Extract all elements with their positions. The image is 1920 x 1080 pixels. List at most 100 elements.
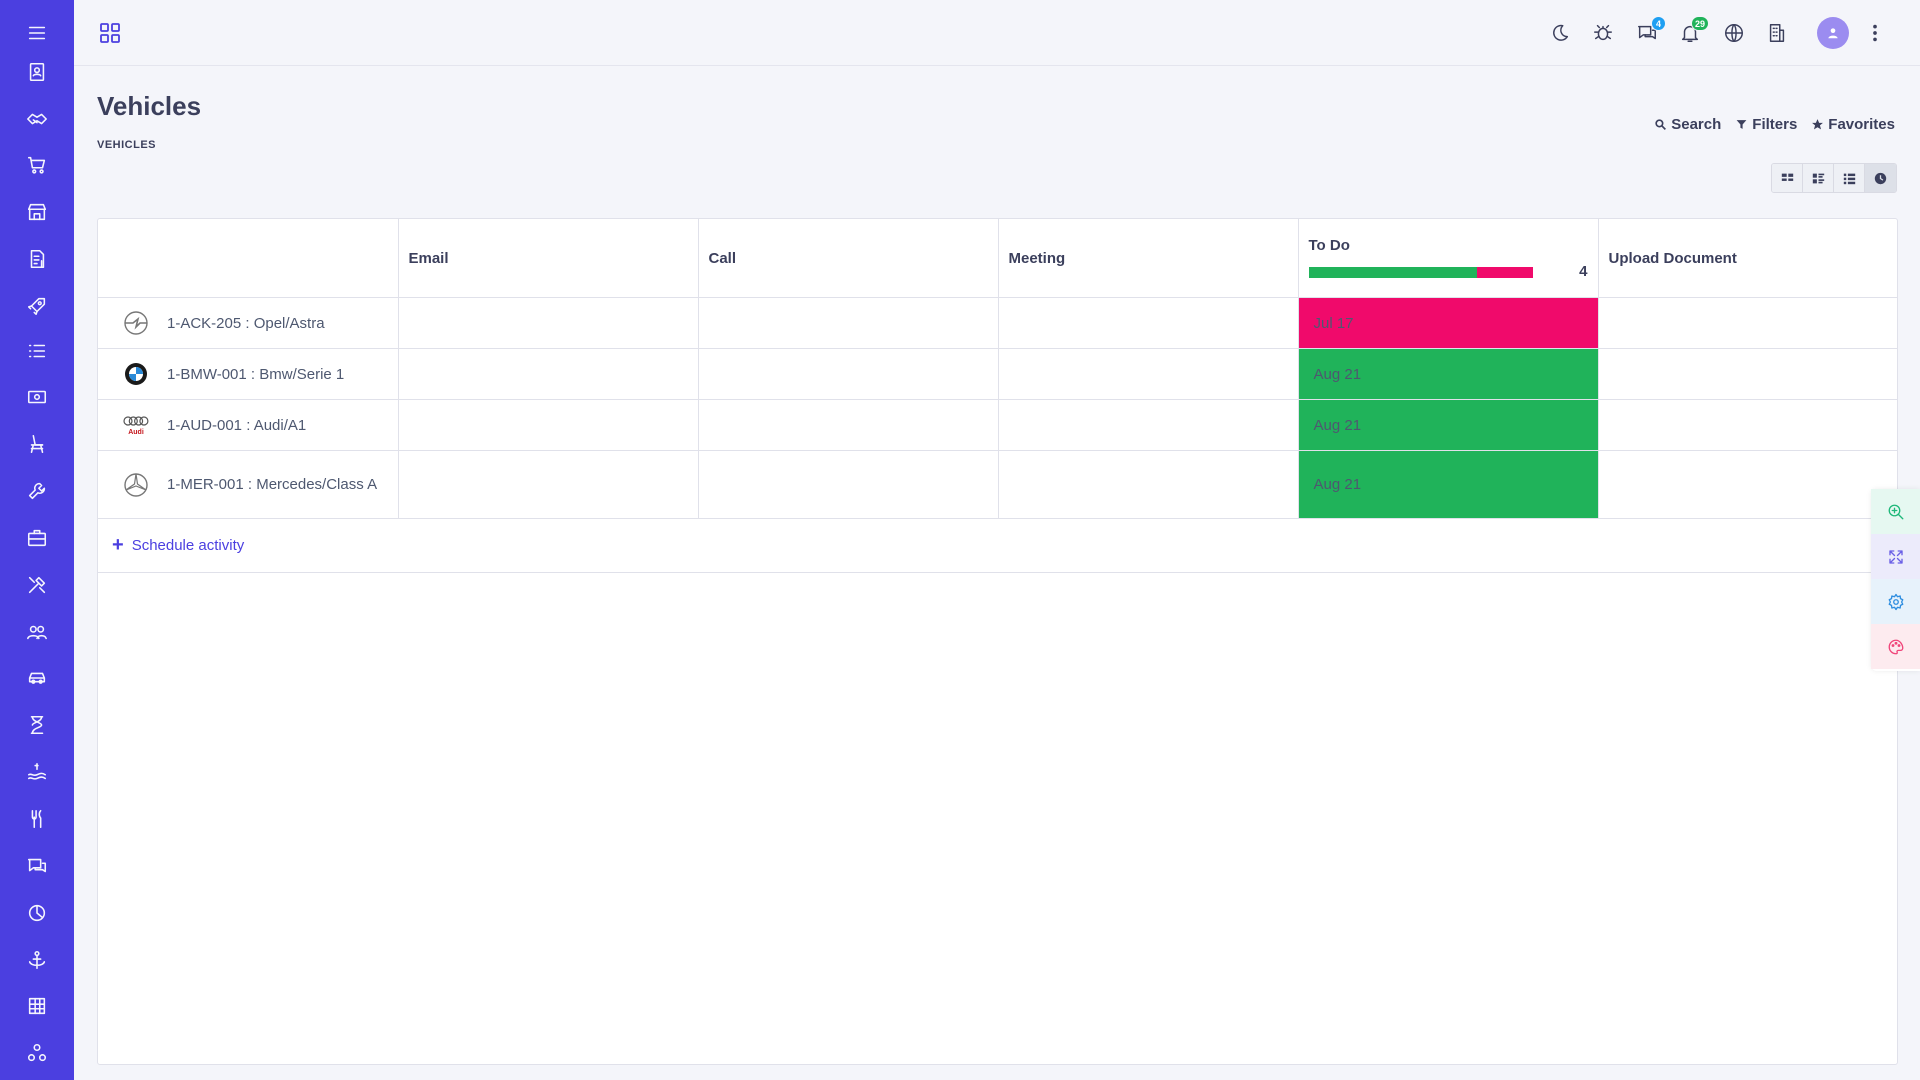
filters-button[interactable]: Filters	[1735, 116, 1797, 133]
sidebar	[0, 0, 74, 1080]
table-row: 1-MER-001 : Mercedes/Class A Aug 21	[98, 450, 1898, 519]
tasks-icon[interactable]	[0, 331, 74, 371]
filter-icon	[1736, 120, 1747, 129]
email-cell[interactable]	[398, 399, 699, 451]
call-cell[interactable]	[698, 450, 999, 519]
meeting-cell[interactable]	[998, 297, 1299, 349]
search-button[interactable]: Search	[1654, 116, 1721, 133]
app-switcher-icon[interactable]	[98, 21, 122, 45]
table-view-button[interactable]	[1834, 164, 1865, 192]
record-cell: Audi 1-AUD-001 : Audi/A1	[98, 399, 399, 451]
meeting-column-header[interactable]: Meeting	[998, 219, 1299, 298]
search-icon	[1655, 119, 1667, 130]
list-icon	[1843, 173, 1855, 184]
activity-view-button[interactable]	[1865, 164, 1896, 192]
record-cell: 1-ACK-205 : Opel/Astra	[98, 297, 399, 349]
salary-icon[interactable]	[0, 752, 74, 792]
record-link[interactable]: Audi 1-AUD-001 : Audi/A1	[98, 411, 398, 439]
breadcrumb[interactable]: VEHICLES	[97, 139, 156, 151]
restaurant-icon[interactable]	[0, 799, 74, 839]
todo-cell[interactable]: Aug 21	[1298, 399, 1599, 451]
bmw-logo	[122, 360, 150, 388]
people-icon[interactable]	[0, 612, 74, 652]
todo-progress-overdue[interactable]	[1476, 267, 1533, 278]
grid-icon[interactable]	[0, 986, 74, 1026]
meeting-cell[interactable]	[998, 450, 1299, 519]
meeting-cell[interactable]	[998, 399, 1299, 451]
kanban-view-button[interactable]	[1772, 164, 1803, 192]
money-icon[interactable]	[0, 377, 74, 417]
fullscreen-icon[interactable]	[1871, 534, 1920, 579]
moon-icon[interactable]	[1547, 20, 1573, 46]
filters-label: Filters	[1752, 116, 1798, 133]
todo-cell[interactable]: Jul 17	[1298, 297, 1599, 349]
opel-logo	[122, 309, 150, 337]
page-title: Vehicles	[97, 91, 202, 121]
todo-column-header[interactable]: To Do 4	[1298, 219, 1599, 298]
activity-panel: Email Call Meeting To Do 4 Upload Docume…	[97, 218, 1898, 1065]
wrench-icon[interactable]	[0, 471, 74, 511]
invoice-icon[interactable]	[0, 239, 74, 279]
notifications-badge: 29	[1690, 16, 1709, 31]
upload-cell[interactable]	[1598, 399, 1898, 451]
call-cell[interactable]	[698, 297, 999, 349]
car-icon[interactable]	[0, 658, 74, 698]
hourglass-icon[interactable]	[0, 705, 74, 745]
pie-chart-icon[interactable]	[0, 893, 74, 933]
email-column-header[interactable]: Email	[398, 219, 699, 298]
palette-icon[interactable]	[1871, 624, 1920, 669]
schedule-activity-button[interactable]: + Schedule activity	[112, 535, 245, 555]
meeting-cell[interactable]	[998, 348, 1299, 400]
call-cell[interactable]	[698, 348, 999, 400]
upload-cell[interactable]	[1598, 450, 1898, 519]
todo-count: 4	[1579, 263, 1588, 280]
menu-icon[interactable]	[0, 13, 74, 53]
bell-icon[interactable]: 29	[1677, 16, 1709, 46]
kanban-icon	[1781, 173, 1793, 181]
anchor-icon[interactable]	[0, 940, 74, 980]
record-link[interactable]: 1-ACK-205 : Opel/Astra	[98, 309, 398, 337]
call-cell[interactable]	[698, 399, 999, 451]
todo-cell[interactable]: Aug 21	[1298, 450, 1599, 519]
building-icon[interactable]	[1764, 20, 1790, 46]
apps-icon[interactable]	[0, 1033, 74, 1073]
zoom-in-icon[interactable]	[1871, 489, 1920, 534]
rocket-icon[interactable]	[0, 286, 74, 326]
email-cell[interactable]	[398, 297, 699, 349]
divider	[98, 572, 1898, 573]
todo-label: To Do	[1308, 237, 1350, 254]
cart-icon[interactable]	[0, 145, 74, 185]
favorites-label: Favorites	[1828, 116, 1895, 133]
email-cell[interactable]	[398, 450, 699, 519]
record-name: 1-AUD-001 : Audi/A1	[167, 416, 307, 434]
more-menu-icon[interactable]	[1863, 21, 1887, 45]
globe-icon[interactable]	[1721, 20, 1747, 46]
upload-column-header[interactable]: Upload Document	[1598, 219, 1898, 298]
favorites-button[interactable]: Favorites	[1811, 116, 1895, 133]
messages-icon[interactable]: 4	[1634, 16, 1666, 46]
chat-icon[interactable]	[0, 846, 74, 886]
briefcase-icon[interactable]	[0, 518, 74, 558]
upload-cell[interactable]	[1598, 348, 1898, 400]
handshake-icon[interactable]	[0, 99, 74, 139]
table-row: 1-BMW-001 : Bmw/Serie 1 Aug 21	[98, 348, 1898, 400]
view-switcher	[1771, 163, 1897, 193]
tools-icon[interactable]	[0, 565, 74, 605]
call-column-header[interactable]: Call	[698, 219, 999, 298]
todo-progress-bar[interactable]	[1308, 267, 1533, 278]
upload-cell[interactable]	[1598, 297, 1898, 349]
email-cell[interactable]	[398, 348, 699, 400]
list-view-button[interactable]	[1803, 164, 1834, 192]
todo-cell[interactable]: Aug 21	[1298, 348, 1599, 400]
bug-icon[interactable]	[1590, 20, 1616, 46]
schedule-activity-label: Schedule activity	[131, 537, 245, 554]
record-link[interactable]: 1-BMW-001 : Bmw/Serie 1	[98, 360, 398, 388]
store-icon[interactable]	[0, 192, 74, 232]
settings-icon[interactable]	[1871, 579, 1920, 624]
record-link[interactable]: 1-MER-001 : Mercedes/Class A	[98, 471, 398, 499]
contacts-icon[interactable]	[0, 52, 74, 92]
list-detail-icon	[1812, 173, 1824, 183]
user-avatar[interactable]	[1817, 17, 1849, 49]
todo-progress-planned[interactable]	[1308, 267, 1477, 278]
chair-icon[interactable]	[0, 424, 74, 464]
